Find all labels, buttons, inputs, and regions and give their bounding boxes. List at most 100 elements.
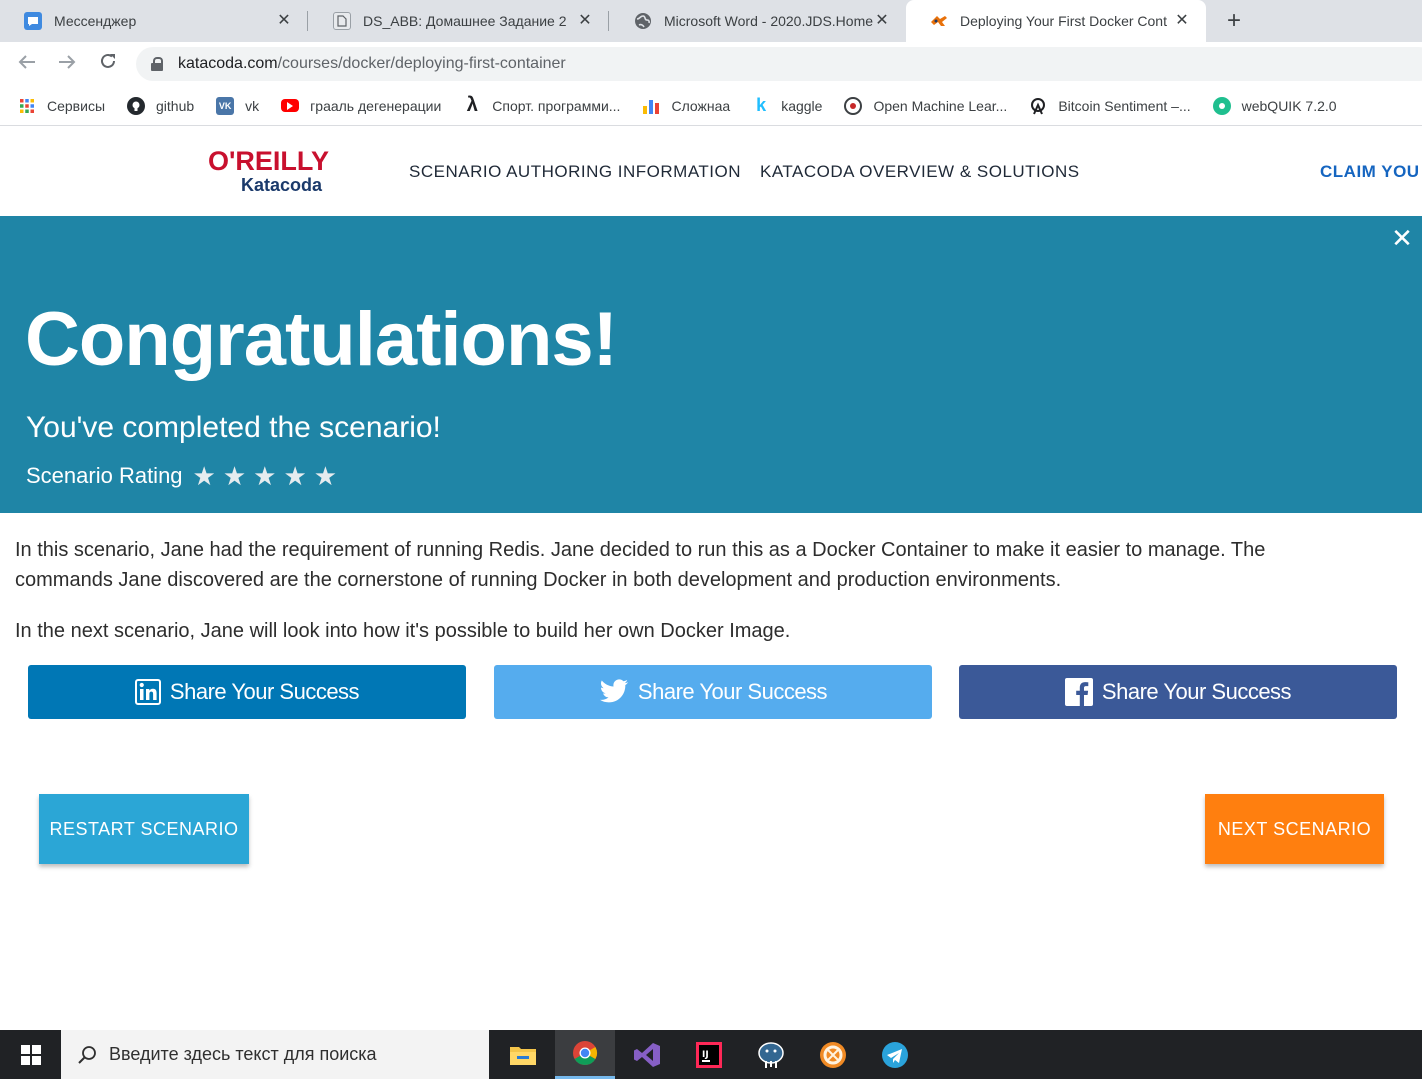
taskbar-search-input[interactable]: Введите здесь текст для поиска <box>61 1030 489 1079</box>
bookmark-services[interactable]: Сервисы <box>18 97 105 115</box>
reload-icon[interactable] <box>94 50 122 78</box>
rating-label: Scenario Rating <box>26 463 183 488</box>
star-icon[interactable]: ★ <box>283 463 306 489</box>
congratulations-banner: ✕ Congratulations! You've completed the … <box>0 216 1422 513</box>
windows-taskbar: Введите здесь текст для поиска IJ <box>0 1030 1422 1079</box>
linkedin-icon <box>134 679 161 705</box>
nav-katacoda-overview[interactable]: KATACODA OVERVIEW & SOLUTIONS <box>760 162 1080 182</box>
tab-title: Мессенджер <box>54 13 137 29</box>
share-linkedin-button[interactable]: Share Your Success <box>28 665 466 719</box>
claim-link[interactable]: CLAIM YOU <box>1320 162 1420 182</box>
tab-close-icon[interactable]: ✕ <box>1172 11 1192 31</box>
logo-oreilly: O'REILLY <box>208 146 329 176</box>
kaggle-icon: k <box>756 95 767 115</box>
file-explorer-icon[interactable] <box>493 1030 553 1079</box>
share-facebook-button[interactable]: Share Your Success <box>959 665 1397 719</box>
nav-scenario-authoring[interactable]: SCENARIO AUTHORING INFORMATION <box>409 162 741 182</box>
bookmark-label: Сервисы <box>47 97 106 114</box>
bar-chart-icon <box>642 97 660 115</box>
share-label: Share Your Success <box>169 679 360 704</box>
bookmark-github[interactable]: github <box>127 96 195 115</box>
telegram-icon[interactable] <box>865 1030 925 1079</box>
facebook-icon <box>1064 678 1093 706</box>
tab-messenger[interactable]: Мессенджер ✕ <box>0 0 308 42</box>
browser-tab-strip: Мессенджер ✕ DS_ABB: Домашнее Задание 2 … <box>0 0 1422 42</box>
tab-separator <box>608 11 609 31</box>
katacoda-icon <box>930 12 948 30</box>
star-icon[interactable]: ★ <box>314 463 337 489</box>
address-bar[interactable]: katacoda.com/courses/docker/deploying-fi… <box>136 47 1422 81</box>
lock-icon <box>150 57 164 71</box>
github-icon <box>127 96 146 115</box>
banner-heading: Congratulations! <box>25 297 618 382</box>
app-orange-icon[interactable] <box>803 1030 863 1079</box>
bookmark-slozhnaa[interactable]: Сложнаа <box>642 97 730 115</box>
scenario-rating: Scenario Rating ★ ★ ★ ★ ★ <box>26 463 344 489</box>
oreilly-katacoda-logo[interactable]: O'REILLY Katacoda <box>208 147 353 197</box>
bookmark-webquik[interactable]: webQUIK 7.2.0 <box>1212 96 1337 115</box>
star-icon[interactable]: ★ <box>223 463 246 489</box>
pgadmin-icon[interactable] <box>741 1030 801 1079</box>
bookmark-label: Спорт. программи... <box>492 97 621 114</box>
star-icon[interactable]: ★ <box>253 463 276 489</box>
windows-start-icon[interactable] <box>0 1030 61 1079</box>
logo-katacoda: Katacoda <box>241 175 323 195</box>
bookmark-label: грааль дегенерации <box>310 97 442 114</box>
tab-title: DS_ABB: Домашнее Задание 2 <box>363 13 567 29</box>
new-tab-button[interactable]: + <box>1220 7 1248 35</box>
bookmark-label: Open Machine Lear... <box>873 97 1008 114</box>
tab-ds-abb[interactable]: DS_ABB: Домашнее Задание 2 ✕ <box>309 0 609 42</box>
bookmark-label: Bitcoin Sentiment –... <box>1058 97 1191 114</box>
webquik-icon <box>1212 96 1231 115</box>
bookmark-label: kaggle <box>781 97 823 114</box>
restart-scenario-button[interactable]: RESTART SCENARIO <box>39 794 249 864</box>
svg-text:IJ: IJ <box>702 1050 709 1060</box>
star-icon[interactable]: ★ <box>193 463 216 489</box>
bookmark-label: vk <box>245 97 260 114</box>
bookmarks-bar: Сервисы github VK vk грааль дегенерации … <box>0 86 1422 126</box>
bookmark-label: Сложнаа <box>671 97 731 114</box>
visual-studio-icon[interactable] <box>617 1030 677 1079</box>
back-arrow-icon[interactable] <box>13 50 41 78</box>
intellij-icon[interactable]: IJ <box>679 1030 739 1079</box>
tab-microsoft-word[interactable]: Microsoft Word - 2020.JDS.Home ✕ <box>610 0 906 42</box>
youtube-icon <box>281 99 300 112</box>
site-header: O'REILLY Katacoda SCENARIO AUTHORING INF… <box>0 127 1422 216</box>
bookmark-sport-programming[interactable]: λ Спорт. программи... <box>463 94 621 116</box>
url-path: /courses/docker/deploying-first-containe… <box>277 55 566 72</box>
lambda-icon: λ <box>466 94 478 116</box>
share-label: Share Your Success <box>1101 679 1292 704</box>
search-icon <box>77 1045 97 1065</box>
forward-arrow-icon[interactable] <box>53 50 81 78</box>
tab-close-icon[interactable]: ✕ <box>872 11 892 31</box>
taskbar-search-placeholder: Введите здесь текст для поиска <box>109 1044 377 1064</box>
bookmark-label: webQUIK 7.2.0 <box>1241 97 1337 114</box>
vk-icon: VK <box>216 96 235 115</box>
share-label: Share Your Success <box>637 679 828 704</box>
chrome-icon[interactable] <box>555 1030 615 1079</box>
browser-toolbar: katacoda.com/courses/docker/deploying-fi… <box>0 42 1422 86</box>
bookmark-label: github <box>156 97 195 114</box>
share-twitter-button[interactable]: Share Your Success <box>494 665 932 719</box>
next-scenario-button[interactable]: NEXT SCENARIO <box>1205 794 1384 864</box>
tab-close-icon[interactable]: ✕ <box>274 11 294 31</box>
messenger-icon <box>24 12 42 30</box>
close-icon[interactable]: ✕ <box>1390 225 1414 251</box>
tab-separator <box>307 11 308 31</box>
tab-title: Microsoft Word - 2020.JDS.Home <box>664 13 874 29</box>
bookmark-youtube[interactable]: грааль дегенерации <box>281 98 441 114</box>
tab-deploying-docker[interactable]: Deploying Your First Docker Cont ✕ <box>906 0 1206 42</box>
url-host: katacoda.com <box>178 55 278 72</box>
bookmark-vk[interactable]: VK vk <box>216 96 260 115</box>
summary-paragraph: In this scenario, Jane had the requireme… <box>15 539 1266 591</box>
tab-close-icon[interactable]: ✕ <box>575 11 595 31</box>
banner-subheading: You've completed the scenario! <box>26 411 441 444</box>
globe-icon <box>634 12 652 30</box>
bitcoin-sentiment-icon <box>1029 97 1047 115</box>
bookmark-openml[interactable]: Open Machine Lear... <box>844 96 1008 115</box>
twitter-icon <box>599 679 629 705</box>
bookmark-bitcoin-sentiment[interactable]: Bitcoin Sentiment –... <box>1029 97 1191 115</box>
openml-icon <box>844 96 863 115</box>
page-icon <box>333 12 351 30</box>
bookmark-kaggle[interactable]: k kaggle <box>752 95 823 115</box>
